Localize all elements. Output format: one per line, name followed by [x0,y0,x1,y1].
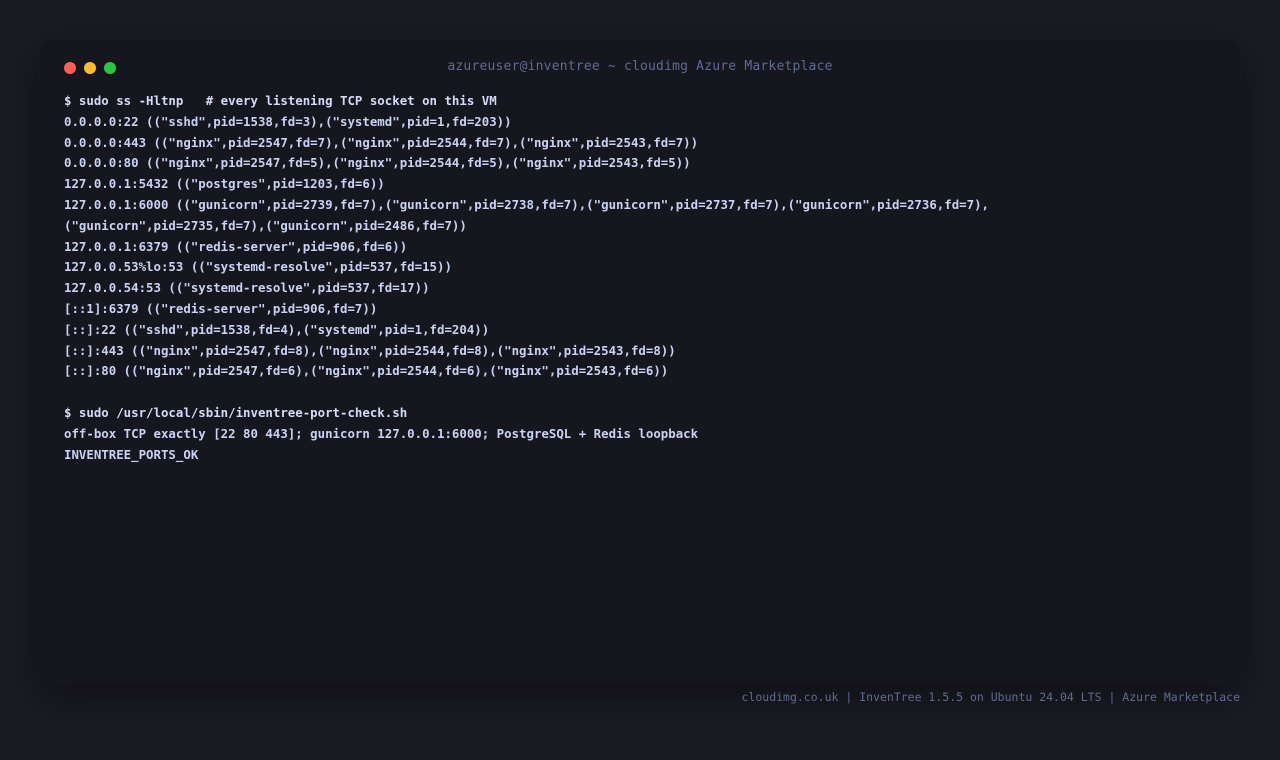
terminal-line: [::]:80 (("nginx",pid=2547,fd=6),("nginx… [64,363,669,379]
terminal-output[interactable]: $ sudo ss -Hltnp # every listening TCP s… [64,91,1216,465]
title-bar: azureuser@inventree ~ cloudimg Azure Mar… [40,40,1240,96]
terminal-line: INVENTREE_PORTS_OK [64,446,199,462]
terminal-line: 127.0.0.53%lo:53 (("systemd-resolve",pid… [64,259,452,275]
terminal-line: [::]:443 (("nginx",pid=2547,fd=8),("ngin… [64,342,676,358]
terminal-line: 127.0.0.1:6000 (("gunicorn",pid=2739,fd=… [64,196,990,212]
terminal-window: azureuser@inventree ~ cloudimg Azure Mar… [40,40,1240,684]
terminal-line: 127.0.0.1:6379 (("redis-server",pid=906,… [64,238,408,254]
terminal-line: [::]:22 (("sshd",pid=1538,fd=4),("system… [64,321,490,337]
terminal-line: 127.0.0.54:53 (("systemd-resolve",pid=53… [64,280,430,296]
terminal-line: 0.0.0.0:22 (("sshd",pid=1538,fd=3),("sys… [64,113,512,129]
terminal-line: $ sudo ss -Hltnp # every listening TCP s… [64,93,497,108]
terminal-line: 127.0.0.1:5432 (("postgres",pid=1203,fd=… [64,176,385,192]
window-title: azureuser@inventree ~ cloudimg Azure Mar… [447,59,833,74]
footer-caption: cloudimg.co.uk | InvenTree 1.5.5 on Ubun… [741,690,1241,704]
terminal-line: 0.0.0.0:443 (("nginx",pid=2547,fd=7),("n… [64,134,699,150]
terminal-line: ("gunicorn",pid=2735,fd=7),("gunicorn",p… [64,217,467,233]
terminal-line: [::1]:6379 (("redis-server",pid=906,fd=7… [64,300,378,316]
terminal-line: $ sudo /usr/local/sbin/inventree-port-ch… [64,404,408,420]
terminal-line: off-box TCP exactly [22 80 443]; gunicor… [64,425,699,441]
terminal-line: 0.0.0.0:80 (("nginx",pid=2547,fd=5),("ng… [64,155,691,171]
